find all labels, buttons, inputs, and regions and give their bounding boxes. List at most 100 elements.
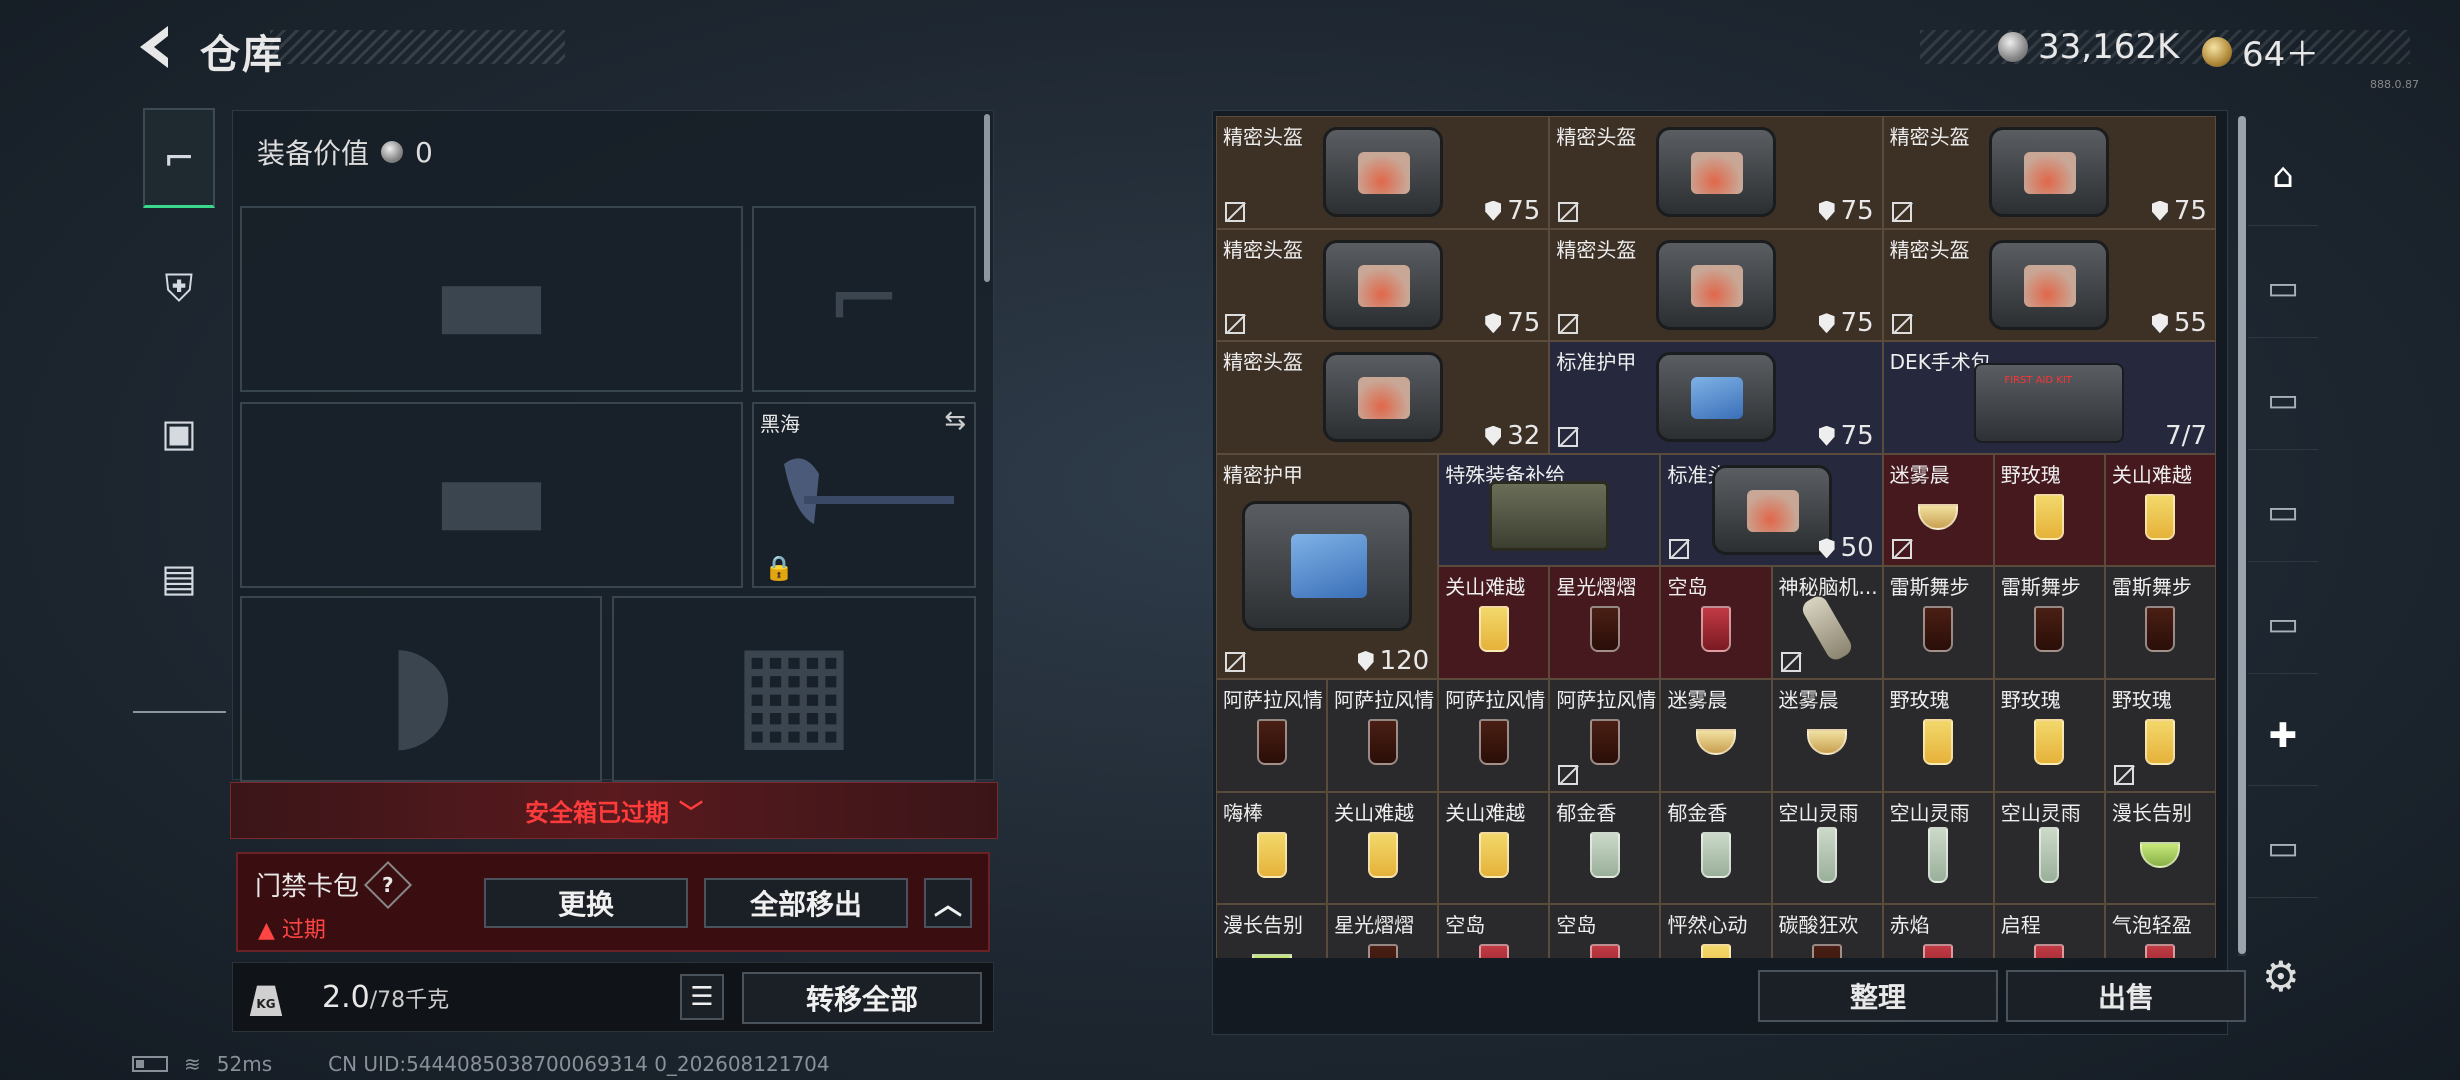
transfer-all-button[interactable]: 转移全部 <box>742 972 982 1024</box>
tab-storage-main[interactable]: ⌂ <box>2248 126 2318 226</box>
inventory-item[interactable]: 空山灵雨 <box>1882 791 1994 905</box>
inventory-item[interactable]: 郁金香 <box>1660 791 1772 905</box>
inventory-item[interactable]: 精密头盔 75 <box>1549 228 1883 342</box>
primary-weapon-slot[interactable]: ▬ <box>240 206 743 392</box>
armor-slot[interactable]: ▦ <box>612 596 976 782</box>
help-icon[interactable]: ? <box>363 860 413 909</box>
inventory-item[interactable]: 雷斯舞步 <box>1993 566 2105 679</box>
battery-icon <box>132 1056 168 1072</box>
gear-icon[interactable]: ⚙ <box>2262 952 2300 1001</box>
melee-slot[interactable]: 黑海 ⇆ 🔒 <box>752 402 976 588</box>
helmet-slot[interactable]: ◗ <box>240 596 602 782</box>
inventory-item[interactable]: 关山难越 <box>2104 453 2216 567</box>
inventory-item[interactable]: 精密护甲 120 <box>1216 453 1439 679</box>
pistol-silhouette-icon: ⌐ <box>826 246 902 352</box>
equipment-value-label: 装备价值 <box>257 137 370 170</box>
cocktail-icon <box>1700 606 1731 653</box>
inventory-item[interactable]: 星光熠熠 <box>1327 904 1439 958</box>
collapse-button[interactable]: ︿ <box>924 878 972 928</box>
inventory-item[interactable]: 空岛 <box>1438 904 1550 958</box>
inventory-item[interactable]: 星光熠熠 <box>1549 566 1661 679</box>
armor-icon: ⛨ <box>164 265 194 310</box>
secondary-weapon-slot[interactable]: ▬ <box>240 402 743 588</box>
helmet-bag-icon <box>1989 127 2110 218</box>
tab-backpack[interactable]: ▣ <box>143 383 215 483</box>
inventory-item[interactable]: 气泡轻盈 <box>2104 904 2216 958</box>
inventory-item[interactable]: 精密头盔 75 <box>1549 116 1883 229</box>
tab-storage-3a[interactable]: ▭ <box>2248 350 2318 450</box>
inventory-item[interactable]: 雷斯舞步 <box>1882 566 1994 679</box>
secure-case-expired-banner[interactable]: 安全箱已过期 ﹀ <box>230 782 998 839</box>
inventory-item[interactable]: 野玫瑰 <box>1993 679 2105 792</box>
inventory-item[interactable]: 阿萨拉风情 <box>1438 679 1550 792</box>
inventory-item[interactable]: 标准护甲 75 <box>1549 341 1883 454</box>
inventory-item[interactable]: 精密头盔 55 <box>1882 228 2216 342</box>
inventory-item[interactable]: 标准头盔 50 <box>1660 453 1883 567</box>
list-view-button[interactable]: ☰ <box>680 974 724 1020</box>
tab-secure-case[interactable]: ▤ <box>143 528 215 628</box>
inventory-item[interactable]: 怦然心动 <box>1660 904 1772 958</box>
equipment-value: 装备价值 0 <box>257 132 433 172</box>
no-insure-icon <box>1225 314 1245 335</box>
inventory-item[interactable]: 精密头盔 75 <box>1882 116 2216 229</box>
pistol-slot[interactable]: ⌐ <box>752 206 976 392</box>
tab-weapons[interactable]: ⌐ <box>143 108 215 208</box>
inventory-item[interactable]: 迷雾晨 <box>1771 679 1883 792</box>
inventory-item[interactable]: 精密头盔 75 <box>1216 116 1550 229</box>
inventory-item[interactable]: 漫长告别 <box>2104 791 2216 905</box>
inventory-grid: 精密头盔 75 精密头盔 75 精密头盔 75 精密头盔 75 精密头盔 75 精密头盔 55 精密头盔… <box>1216 116 2232 958</box>
swap-icon[interactable]: ⇆ <box>944 406 966 436</box>
inventory-item[interactable]: 野玫瑰 <box>1882 679 1994 792</box>
inventory-item[interactable]: 空岛 <box>1660 566 1772 679</box>
scroll-thumb[interactable] <box>2238 116 2246 954</box>
replace-button[interactable]: 更换 <box>484 878 688 928</box>
back-arrow-icon[interactable] <box>130 22 180 72</box>
inventory-item[interactable]: 关山难越 <box>1327 791 1439 905</box>
inventory-item[interactable]: 阿萨拉风情 <box>1327 679 1439 792</box>
inventory-item[interactable]: 阿萨拉风情 <box>1216 679 1328 792</box>
remove-all-button[interactable]: 全部移出 <box>704 878 908 928</box>
inventory-item[interactable]: 空岛 <box>1549 904 1661 958</box>
inventory-item[interactable]: 精密头盔 75 <box>1216 228 1550 342</box>
uid-text: CN UID:5444085038700069314 0_20260812170… <box>328 1052 830 1076</box>
inventory-item[interactable]: 阿萨拉风情 <box>1549 679 1661 792</box>
tab-storage-4a[interactable]: ▭ <box>2248 462 2318 562</box>
inventory-item[interactable]: 精密头盔 32 <box>1216 341 1550 454</box>
inventory-item[interactable]: 启程 <box>1993 904 2105 958</box>
chevron-down-icon: ﹀ <box>679 799 703 827</box>
inventory-item[interactable]: DEK手术包7/7 <box>1882 341 2216 454</box>
inventory-item[interactable]: 野玫瑰 <box>1993 453 2105 567</box>
item-name: 空岛 <box>1445 913 1486 938</box>
inventory-item[interactable]: 野玫瑰 <box>2104 679 2216 792</box>
inventory-item[interactable]: 特殊装备补给 <box>1438 453 1661 567</box>
tab-storage-4b[interactable]: ▭ <box>2248 798 2318 898</box>
tab-storage-4-medical[interactable]: ✚ <box>2248 686 2318 786</box>
cocktail-icon <box>1817 826 1838 883</box>
gold-currency[interactable]: 64＋ <box>2202 27 2319 76</box>
cocktail-icon <box>1700 944 1731 958</box>
inventory-item[interactable]: 碳酸狂欢 <box>1771 904 1883 958</box>
sort-button[interactable]: 整理 <box>1758 970 1998 1022</box>
tab-armor[interactable]: ⛨ <box>143 238 215 338</box>
sell-button[interactable]: 出售 <box>2006 970 2246 1022</box>
tab-storage-3b[interactable]: ▭ <box>2248 574 2318 674</box>
loadout-scrollbar[interactable] <box>984 114 990 282</box>
inventory-item[interactable]: 迷雾晨 <box>1882 453 1994 567</box>
inventory-item[interactable]: 嗨棒 <box>1216 791 1328 905</box>
inventory-item[interactable]: 漫长告别 <box>1216 904 1328 958</box>
inventory-item[interactable]: 郁金香 <box>1549 791 1661 905</box>
inventory-item[interactable]: 关山难越 <box>1438 566 1550 679</box>
chevron-up-icon: ︿ <box>933 888 962 921</box>
inventory-item[interactable]: 赤焰 <box>1882 904 1994 958</box>
cocktail-icon <box>1478 944 1509 958</box>
silver-amount: 33,162K <box>2038 27 2180 67</box>
inventory-item[interactable]: 关山难越 <box>1438 791 1550 905</box>
inventory-item[interactable]: 雷斯舞步 <box>2104 566 2216 679</box>
tab-storage-5[interactable]: ▭ <box>2248 238 2318 338</box>
inventory-item[interactable]: 神秘脑机... <box>1771 566 1883 679</box>
inventory-item[interactable]: 空山灵雨 <box>1993 791 2105 905</box>
inventory-item[interactable]: 空山灵雨 <box>1771 791 1883 905</box>
inventory-scrollbar[interactable] <box>2238 116 2246 956</box>
inventory-item[interactable]: 迷雾晨 <box>1660 679 1772 792</box>
item-name: 野玫瑰 <box>2111 688 2172 712</box>
